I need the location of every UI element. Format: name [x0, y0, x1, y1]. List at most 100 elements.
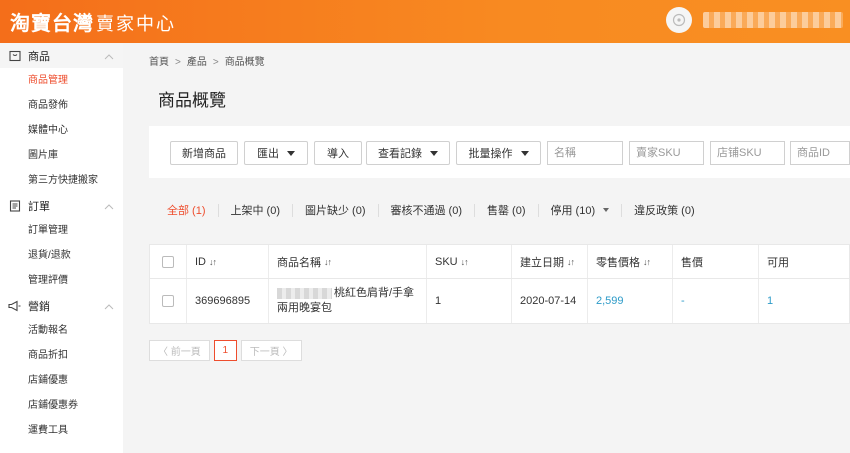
sidebar-item-product-publish[interactable]: 商品發佈 — [0, 93, 123, 118]
sort-icon: ↓↑ — [643, 256, 651, 267]
brand-subtitle: 賣家中心 — [96, 14, 176, 34]
sidebar-item-shipping-tools[interactable]: 運費工具 — [0, 418, 123, 443]
view-history-button[interactable]: 查看記錄 — [366, 141, 450, 165]
product-name-input[interactable] — [547, 141, 623, 165]
breadcrumb-separator: > — [175, 57, 181, 68]
tab-divider — [474, 203, 475, 217]
cell-id: 369696895 — [187, 279, 269, 323]
store-sku-input[interactable] — [710, 141, 785, 165]
sidebar-section-label: 訂單 — [28, 200, 50, 213]
sidebar-section-products[interactable]: 商品 — [0, 43, 123, 68]
sidebar-item-product-discount[interactable]: 商品折扣 — [0, 343, 123, 368]
tab-listed[interactable]: 上架中 (0) — [225, 202, 287, 218]
sidebar-item-product-management[interactable]: 商品管理 — [0, 68, 123, 93]
bulk-actions-button[interactable]: 批量操作 — [456, 141, 541, 165]
breadcrumb: 首頁 > 產品 > 商品概覽 — [149, 53, 265, 68]
header-retail-price[interactable]: 零售價格 ↓↑ — [588, 245, 673, 278]
sidebar-item-order-management[interactable]: 訂單管理 — [0, 218, 123, 243]
next-page-button[interactable]: 下一頁 〉 — [240, 340, 302, 361]
header-product-name[interactable]: 商品名稱 ↓↑ — [269, 245, 427, 278]
main-content: 首頁 > 產品 > 商品概覽 商品概覽 新增商品 匯出 導入 查看記錄 批量操作 全部 … — [123, 43, 850, 453]
header-sku-label: SKU — [435, 255, 458, 268]
breadcrumb-home[interactable]: 首頁 — [149, 57, 169, 68]
caret-down-icon — [287, 150, 295, 156]
sidebar-item-store-coupon[interactable]: 店鋪優惠券 — [0, 393, 123, 418]
header-available: 可用 — [759, 245, 849, 278]
product-table: ID ↓↑ 商品名稱 ↓↑ SKU ↓↑ 建立日期 ↓↑ 零售價格 ↓↑ 售價 可用 36… — [149, 244, 850, 324]
header-id-label: ID — [195, 255, 206, 268]
top-bar: 淘寶台灣 賣家中心 — [0, 0, 850, 43]
cell-sale-price[interactable]: - — [673, 279, 759, 323]
breadcrumb-current: 商品概覽 — [224, 57, 265, 68]
tab-divider — [292, 203, 293, 217]
tab-divider — [621, 203, 623, 217]
page-title: 商品概覽 — [158, 91, 226, 110]
export-button[interactable]: 匯出 — [244, 141, 308, 165]
product-name-line2: 兩用晚宴包 — [277, 302, 332, 314]
view-history-label: 查看記錄 — [378, 148, 422, 160]
username-blurred[interactable] — [703, 12, 843, 28]
header-available-label: 可用 — [767, 256, 789, 269]
user-avatar[interactable] — [666, 7, 692, 33]
user-avatar-icon — [672, 13, 686, 27]
prev-page-button[interactable]: 〈 前一頁 — [149, 340, 210, 361]
caret-down-icon — [603, 208, 610, 212]
tab-divider — [217, 203, 219, 217]
clipboard-icon — [8, 199, 21, 212]
header-created-date[interactable]: 建立日期 ↓↑ — [512, 245, 588, 278]
sidebar-item-media-center[interactable]: 媒體中心 — [0, 118, 123, 143]
sidebar-item-store-promotion[interactable]: 店鋪優惠 — [0, 368, 123, 393]
sidebar-section-orders[interactable]: 訂單 — [0, 193, 123, 218]
seller-sku-input[interactable] — [629, 141, 704, 165]
header-product-name-label: 商品名稱 — [277, 256, 321, 269]
sort-icon: ↓↑ — [460, 256, 469, 267]
breadcrumb-products[interactable]: 產品 — [187, 57, 207, 68]
chevron-up-icon — [104, 51, 114, 63]
brand-logo[interactable]: 淘寶台灣 賣家中心 — [10, 7, 176, 36]
tab-sold-out[interactable]: 售罄 (0) — [481, 202, 532, 218]
blurred-text — [277, 287, 332, 299]
cell-sku: 1 — [427, 279, 512, 323]
tab-divider — [537, 203, 539, 217]
cell-product-name[interactable]: 桃紅色肩背/手拿 兩用晚宴包 — [269, 279, 427, 323]
product-id-input[interactable] — [790, 141, 850, 165]
tab-policy-violation[interactable]: 違反政策 (0) — [628, 202, 701, 218]
tab-disabled-label: 停用 (10) — [550, 205, 596, 217]
sort-icon: ↓↑ — [209, 256, 217, 267]
breadcrumb-separator: > — [212, 57, 219, 68]
sort-icon: ↓↑ — [324, 256, 332, 267]
add-product-button[interactable]: 新增商品 — [170, 141, 238, 165]
caret-down-icon — [520, 150, 529, 156]
caret-down-icon — [430, 150, 438, 156]
sidebar-section-marketing[interactable]: 營銷 — [0, 293, 123, 318]
header-sale-price-label: 售價 — [681, 256, 703, 269]
megaphone-icon — [8, 299, 21, 312]
sidebar-item-returns-refunds[interactable]: 退貨/退款 — [0, 243, 123, 268]
product-name-text: 桃紅色肩背/手拿 — [334, 287, 415, 299]
table-row[interactable]: 369696895 桃紅色肩背/手拿 兩用晚宴包 1 2020-07-14 2,… — [150, 279, 849, 323]
header-sku[interactable]: SKU ↓↑ — [427, 245, 512, 278]
sidebar-item-third-party-move[interactable]: 第三方快捷搬家 — [0, 168, 123, 193]
chevron-up-icon — [104, 301, 114, 313]
tab-all[interactable]: 全部 (1) — [161, 202, 212, 218]
pagination: 〈 前一頁 1 下一頁 〉 — [149, 340, 306, 361]
row-checkbox[interactable] — [162, 295, 174, 307]
sidebar-item-manage-reviews[interactable]: 管理評價 — [0, 268, 123, 293]
tab-review-failed[interactable]: 審核不通過 (0) — [385, 202, 469, 218]
bulk-actions-label: 批量操作 — [468, 148, 513, 160]
sidebar-item-event-signup[interactable]: 活動報名 — [0, 318, 123, 343]
page-number-current[interactable]: 1 — [213, 340, 237, 361]
sort-icon: ↓↑ — [567, 256, 575, 267]
brand-name: 淘寶台灣 — [10, 13, 94, 35]
import-button[interactable]: 導入 — [314, 141, 362, 165]
tab-missing-images[interactable]: 圖片缺少 (0) — [299, 202, 372, 218]
cell-retail-price[interactable]: 2,599 — [588, 279, 673, 323]
sidebar-item-image-library[interactable]: 圖片庫 — [0, 143, 123, 168]
header-id[interactable]: ID ↓↑ — [187, 245, 269, 278]
export-label: 匯出 — [257, 148, 279, 160]
tab-disabled[interactable]: 停用 (10) — [545, 202, 616, 218]
select-all-checkbox[interactable] — [162, 255, 174, 268]
header-retail-price-label: 零售價格 — [596, 256, 640, 269]
row-checkbox-cell — [150, 279, 187, 323]
cell-available[interactable]: 1 — [759, 279, 849, 323]
